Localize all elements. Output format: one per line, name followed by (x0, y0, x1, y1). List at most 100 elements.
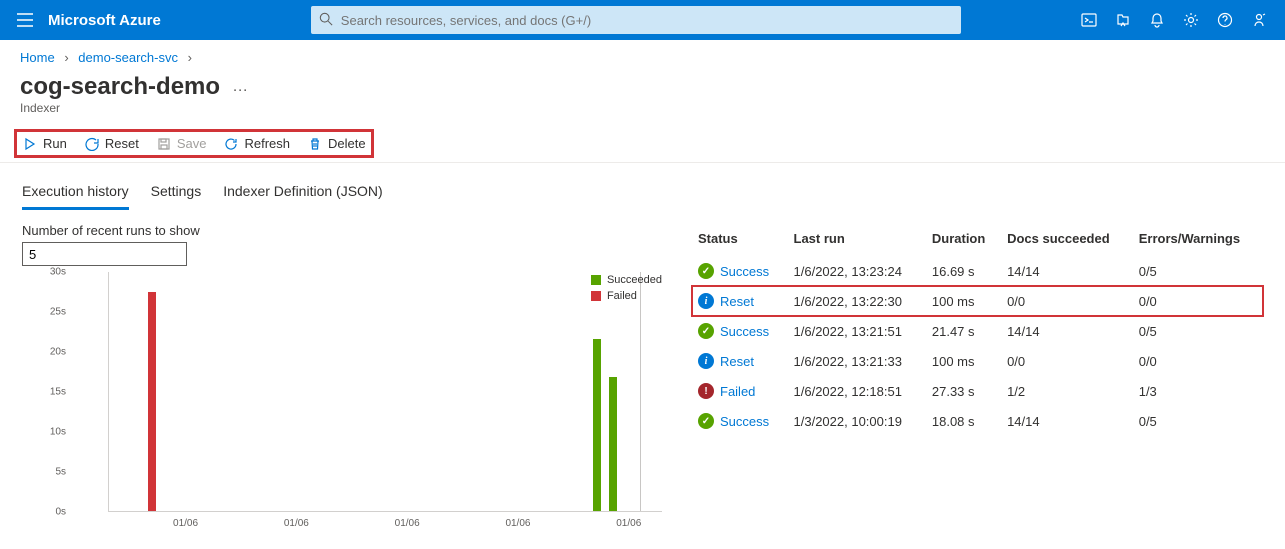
cell-errs: 0/0 (1133, 346, 1263, 376)
cell-last_run: 1/6/2022, 13:21:51 (788, 316, 926, 346)
status-link[interactable]: Success (720, 324, 769, 339)
more-icon[interactable]: … (232, 78, 248, 96)
table-row[interactable]: ! Failed 1/6/2022, 12:18:5127.33 s1/21/3 (692, 376, 1263, 406)
play-icon (23, 137, 37, 151)
delete-button[interactable]: Delete (308, 136, 366, 151)
status-link[interactable]: Reset (720, 354, 754, 369)
chart-legend: Succeeded Failed (591, 274, 662, 306)
topbar-actions (1081, 12, 1275, 28)
chart-bar[interactable] (593, 339, 601, 511)
cell-docs: 0/0 (1001, 286, 1133, 316)
legend-succeeded-label: Succeeded (607, 274, 662, 286)
run-button[interactable]: Run (23, 136, 67, 151)
check-icon: ✓ (698, 323, 714, 339)
cell-last_run: 1/6/2022, 13:21:33 (788, 346, 926, 376)
cell-last_run: 1/3/2022, 10:00:19 (788, 406, 926, 436)
legend-swatch-failed (591, 291, 601, 301)
reset-label: Reset (105, 136, 139, 151)
status-link[interactable]: Success (720, 414, 769, 429)
breadcrumb-home[interactable]: Home (20, 50, 55, 65)
toolbar-highlight: Run Reset Save Refresh Delete (14, 129, 374, 158)
feedback-icon[interactable] (1251, 12, 1267, 28)
reset-icon (85, 137, 99, 151)
cell-duration: 100 ms (926, 346, 1001, 376)
error-icon: ! (698, 383, 714, 399)
cell-docs: 1/2 (1001, 376, 1133, 406)
brand-label[interactable]: Microsoft Azure (48, 12, 161, 29)
col-status[interactable]: Status (692, 223, 788, 256)
status-link[interactable]: Failed (720, 384, 755, 399)
cell-duration: 27.33 s (926, 376, 1001, 406)
col-docs[interactable]: Docs succeeded (1001, 223, 1133, 256)
table-row[interactable]: iReset1/6/2022, 13:21:33100 ms0/00/0 (692, 346, 1263, 376)
breadcrumb: Home › demo-search-svc › (0, 40, 1285, 69)
settings-icon[interactable] (1183, 12, 1199, 28)
info-icon: i (698, 353, 714, 369)
runs-table-panel: Status Last run Duration Docs succeeded … (692, 223, 1263, 532)
search-input[interactable] (311, 6, 961, 34)
search-icon (319, 12, 333, 26)
notifications-icon[interactable] (1149, 12, 1165, 28)
info-icon: i (698, 293, 714, 309)
status-link[interactable]: Reset (720, 294, 754, 309)
col-last-run[interactable]: Last run (788, 223, 926, 256)
cell-last_run: 1/6/2022, 13:23:24 (788, 256, 926, 286)
check-icon: ✓ (698, 263, 714, 279)
cell-docs: 0/0 (1001, 346, 1133, 376)
runs-chart: 0s5s10s15s20s25s30s 01/0601/0601/0601/06… (22, 272, 662, 532)
cell-errs: 0/5 (1133, 316, 1263, 346)
cell-last_run: 1/6/2022, 12:18:51 (788, 376, 926, 406)
chart-bar[interactable] (148, 292, 156, 511)
refresh-button[interactable]: Refresh (224, 136, 290, 151)
chart-panel: Number of recent runs to show 0s5s10s15s… (22, 223, 662, 532)
cell-duration: 18.08 s (926, 406, 1001, 436)
refresh-label: Refresh (244, 136, 290, 151)
cell-errs: 0/5 (1133, 256, 1263, 286)
runs-table: Status Last run Duration Docs succeeded … (692, 223, 1263, 436)
tabs: Execution history Settings Indexer Defin… (0, 163, 1285, 211)
table-row[interactable]: ✓ Success 1/3/2022, 10:00:1918.08 s14/140/… (692, 406, 1263, 436)
chevron-right-icon: › (188, 50, 192, 65)
run-label: Run (43, 136, 67, 151)
resource-type-label: Indexer (0, 101, 1285, 123)
chevron-right-icon: › (64, 50, 68, 65)
cell-docs: 14/14 (1001, 406, 1133, 436)
tab-indexer-definition[interactable]: Indexer Definition (JSON) (223, 183, 383, 210)
reset-button[interactable]: Reset (85, 136, 139, 151)
runs-count-label: Number of recent runs to show (22, 223, 662, 238)
status-link[interactable]: Success (720, 264, 769, 279)
col-errors[interactable]: Errors/Warnings (1133, 223, 1263, 256)
help-icon[interactable] (1217, 12, 1233, 28)
runs-count-input[interactable] (22, 242, 187, 266)
cell-duration: 100 ms (926, 286, 1001, 316)
save-icon (157, 137, 171, 151)
cloud-shell-icon[interactable] (1081, 12, 1097, 28)
hamburger-icon[interactable] (10, 13, 40, 27)
tab-execution-history[interactable]: Execution history (22, 183, 129, 210)
page-title: cog-search-demo (20, 73, 220, 101)
table-row[interactable]: ✓ Success 1/6/2022, 13:21:5121.47 s14/140/… (692, 316, 1263, 346)
legend-failed-label: Failed (607, 290, 637, 302)
trash-icon (308, 137, 322, 151)
save-label: Save (177, 136, 207, 151)
cell-docs: 14/14 (1001, 316, 1133, 346)
table-row[interactable]: ✓Success1/6/2022, 13:23:2416.69 s14/140/… (692, 256, 1263, 286)
breadcrumb-parent[interactable]: demo-search-svc (78, 50, 178, 65)
delete-label: Delete (328, 136, 366, 151)
cell-duration: 21.47 s (926, 316, 1001, 346)
col-duration[interactable]: Duration (926, 223, 1001, 256)
cell-errs: 0/0 (1133, 286, 1263, 316)
cell-last_run: 1/6/2022, 13:22:30 (788, 286, 926, 316)
check-icon: ✓ (698, 413, 714, 429)
save-button: Save (157, 136, 207, 151)
search-box (311, 6, 961, 34)
tab-settings[interactable]: Settings (151, 183, 202, 210)
refresh-icon (224, 137, 238, 151)
top-bar: Microsoft Azure (0, 0, 1285, 40)
table-row[interactable]: iReset1/6/2022, 13:22:30100 ms0/00/0 (692, 286, 1263, 316)
chart-bar[interactable] (609, 377, 617, 511)
cell-errs: 0/5 (1133, 406, 1263, 436)
cell-duration: 16.69 s (926, 256, 1001, 286)
directories-icon[interactable] (1115, 12, 1131, 28)
cell-errs: 1/3 (1133, 376, 1263, 406)
